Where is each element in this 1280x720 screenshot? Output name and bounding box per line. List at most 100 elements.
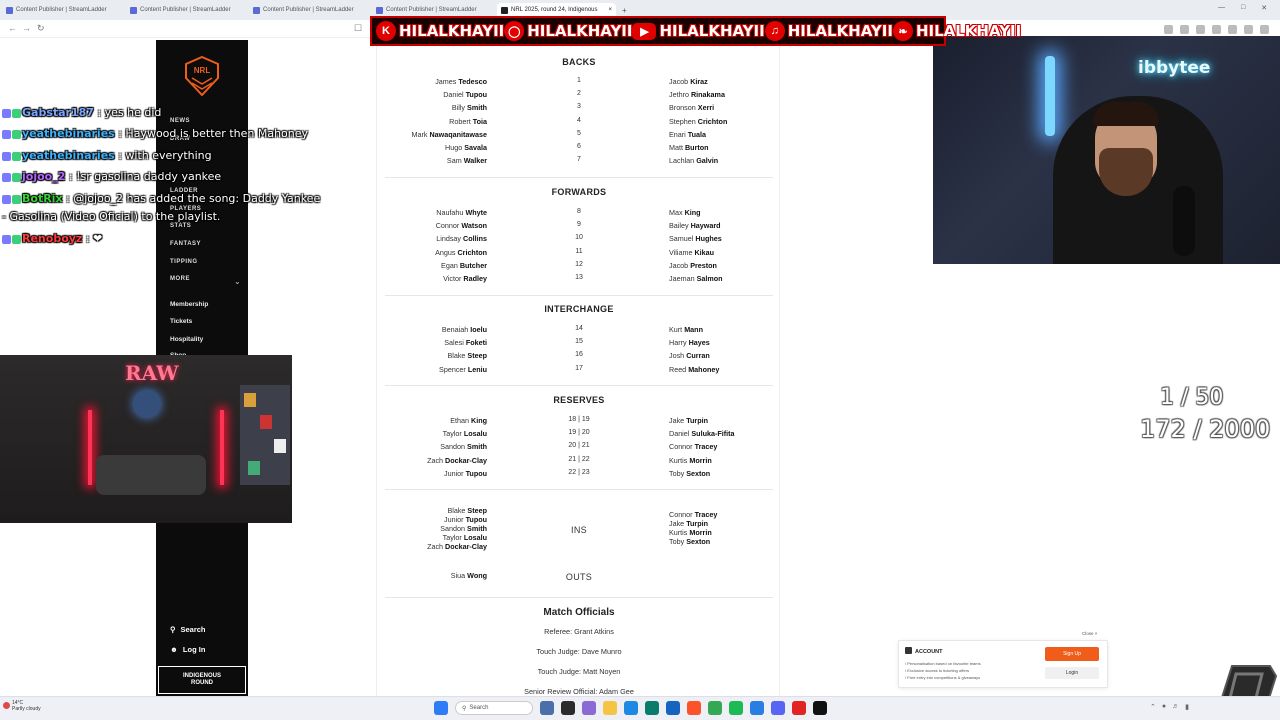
- reload-icon[interactable]: ↻: [37, 23, 45, 34]
- browser-tab-active[interactable]: NRL 2025, round 24, Indigenous ×: [497, 3, 617, 17]
- close-tab-icon[interactable]: ×: [609, 7, 613, 13]
- widgets-icon[interactable]: [540, 701, 554, 715]
- extension-icon[interactable]: [1228, 25, 1237, 34]
- home-player[interactable]: Lindsay Collins: [436, 234, 487, 243]
- away-player[interactable]: Jacob Kiraz: [669, 77, 708, 86]
- app-icon[interactable]: [750, 701, 764, 715]
- away-player[interactable]: Enari Tuala: [669, 130, 706, 139]
- extension-icon[interactable]: [1196, 25, 1205, 34]
- away-player[interactable]: Lachlan Galvin: [669, 156, 718, 165]
- away-player[interactable]: Viliame Kikau: [669, 248, 714, 257]
- volume-icon[interactable]: ♬: [1172, 703, 1179, 711]
- nav-stats[interactable]: STATS: [170, 223, 191, 229]
- home-player[interactable]: Benaiah Ioelu: [442, 325, 487, 334]
- home-player[interactable]: Ethan King: [450, 416, 487, 425]
- home-player[interactable]: Zach Dockar-Clay: [427, 456, 487, 465]
- extension-icon[interactable]: [1164, 25, 1173, 34]
- battery-icon[interactable]: ▮: [1185, 703, 1189, 711]
- new-tab-button[interactable]: +: [622, 3, 627, 17]
- home-player[interactable]: Spencer Leniu: [439, 365, 487, 374]
- login-button[interactable]: Login: [1045, 667, 1099, 679]
- back-icon[interactable]: ←: [8, 23, 17, 33]
- nav-hospitality[interactable]: Hospitality: [170, 336, 203, 343]
- home-player[interactable]: Victor Radley: [443, 274, 487, 283]
- home-player[interactable]: Junior Tupou: [444, 469, 487, 478]
- minimize-icon[interactable]: —: [1218, 4, 1225, 12]
- ins-player[interactable]: Zach Dockar-Clay: [427, 542, 487, 551]
- sidebar-login-button[interactable]: ☻ Log In: [156, 640, 248, 658]
- away-player[interactable]: Max King: [669, 208, 701, 217]
- away-player[interactable]: Connor Tracey: [669, 442, 717, 451]
- away-player[interactable]: Jacob Preston: [669, 261, 717, 270]
- app-icon[interactable]: [582, 701, 596, 715]
- away-player[interactable]: Stephen Crichton: [669, 117, 727, 126]
- account-close-button[interactable]: Close ×: [1082, 631, 1097, 636]
- home-player[interactable]: James Tedesco: [435, 77, 487, 86]
- extension-icon[interactable]: [1244, 25, 1253, 34]
- discord-icon[interactable]: [771, 701, 785, 715]
- ins-player[interactable]: Taylor Losalu: [443, 533, 487, 542]
- away-player[interactable]: Kurt Mann: [669, 325, 703, 334]
- browser-tab[interactable]: Content Publisher | StreamLadder: [6, 3, 107, 17]
- away-player[interactable]: Bailey Hayward: [669, 221, 721, 230]
- away-player[interactable]: Jethro Rinakama: [669, 90, 725, 99]
- outs-player[interactable]: Siua Wong: [451, 571, 487, 580]
- away-player[interactable]: Harry Hayes: [669, 338, 710, 347]
- nav-membership[interactable]: Membership: [170, 301, 208, 308]
- away-player[interactable]: Samuel Hughes: [669, 234, 722, 243]
- sidebar-search-button[interactable]: ⚲ Search: [156, 620, 248, 638]
- app-icon[interactable]: [792, 701, 806, 715]
- extension-icon[interactable]: [1212, 25, 1221, 34]
- nav-tickets[interactable]: Tickets: [170, 318, 192, 325]
- home-player[interactable]: Robert Toia: [449, 117, 487, 126]
- weather-widget[interactable]: 14°C Partly cloudy: [12, 700, 41, 712]
- away-player[interactable]: Jake Turpin: [669, 416, 708, 425]
- home-player[interactable]: Connor Watson: [436, 221, 487, 230]
- browser-tab[interactable]: Content Publisher | StreamLadder: [253, 3, 354, 17]
- spotify-icon[interactable]: [729, 701, 743, 715]
- forward-icon[interactable]: →: [22, 23, 31, 33]
- home-player[interactable]: Egan Butcher: [441, 261, 487, 270]
- nrl-logo-icon[interactable]: NRL: [184, 56, 220, 96]
- away-player[interactable]: Josh Curran: [669, 351, 710, 360]
- home-player[interactable]: Taylor Losalu: [443, 429, 487, 438]
- away-player[interactable]: Bronson Xerri: [669, 103, 714, 112]
- signup-button[interactable]: Sign Up: [1045, 647, 1099, 661]
- browser-tab[interactable]: Content Publisher | StreamLadder: [376, 3, 477, 17]
- nav-fantasy[interactable]: FANTASY: [170, 241, 201, 247]
- browser-tab[interactable]: Content Publisher | StreamLadder: [130, 3, 231, 17]
- nav-news[interactable]: NEWS: [170, 118, 190, 124]
- away-player[interactable]: Daniel Suluka-Fifita: [669, 429, 735, 438]
- nav-more[interactable]: MORE: [170, 276, 190, 282]
- obs-icon[interactable]: [813, 701, 827, 715]
- extension-icon[interactable]: [1260, 25, 1269, 34]
- windows-start-icon[interactable]: [434, 701, 448, 715]
- ins-player[interactable]: Toby Sexton: [669, 537, 710, 546]
- home-player[interactable]: Billy Smith: [452, 103, 487, 112]
- close-window-icon[interactable]: ✕: [1261, 4, 1267, 12]
- home-player[interactable]: Sam Walker: [447, 156, 487, 165]
- away-player[interactable]: Kurtis Morrin: [669, 456, 712, 465]
- file-explorer-icon[interactable]: [603, 701, 617, 715]
- home-player[interactable]: Daniel Tupou: [443, 90, 487, 99]
- extension-icon[interactable]: [1180, 25, 1189, 34]
- home-player[interactable]: Mark Nawaqanitawase: [411, 130, 487, 139]
- home-player[interactable]: Hugo Savala: [445, 143, 487, 152]
- home-player[interactable]: Angus Crichton: [435, 248, 487, 257]
- home-player[interactable]: Salesi Foketi: [444, 338, 487, 347]
- away-player[interactable]: Reed Mahoney: [669, 365, 719, 374]
- chrome-icon[interactable]: [708, 701, 722, 715]
- brave-icon[interactable]: [687, 701, 701, 715]
- ins-player[interactable]: Connor Tracey: [669, 510, 717, 519]
- app-icon[interactable]: [645, 701, 659, 715]
- chevron-up-icon[interactable]: ⌃: [1150, 703, 1156, 711]
- home-player[interactable]: Blake Steep: [447, 351, 487, 360]
- task-view-icon[interactable]: [561, 701, 575, 715]
- maximize-icon[interactable]: □: [1241, 4, 1245, 12]
- taskbar-search[interactable]: ⚲ Search: [455, 701, 533, 715]
- away-player[interactable]: Jaeman Salmon: [669, 274, 723, 283]
- away-player[interactable]: Matt Burton: [669, 143, 709, 152]
- nav-tipping[interactable]: TIPPING: [170, 259, 198, 265]
- chevron-down-icon[interactable]: ⌄: [234, 277, 241, 286]
- home-player[interactable]: Naufahu Whyte: [436, 208, 487, 217]
